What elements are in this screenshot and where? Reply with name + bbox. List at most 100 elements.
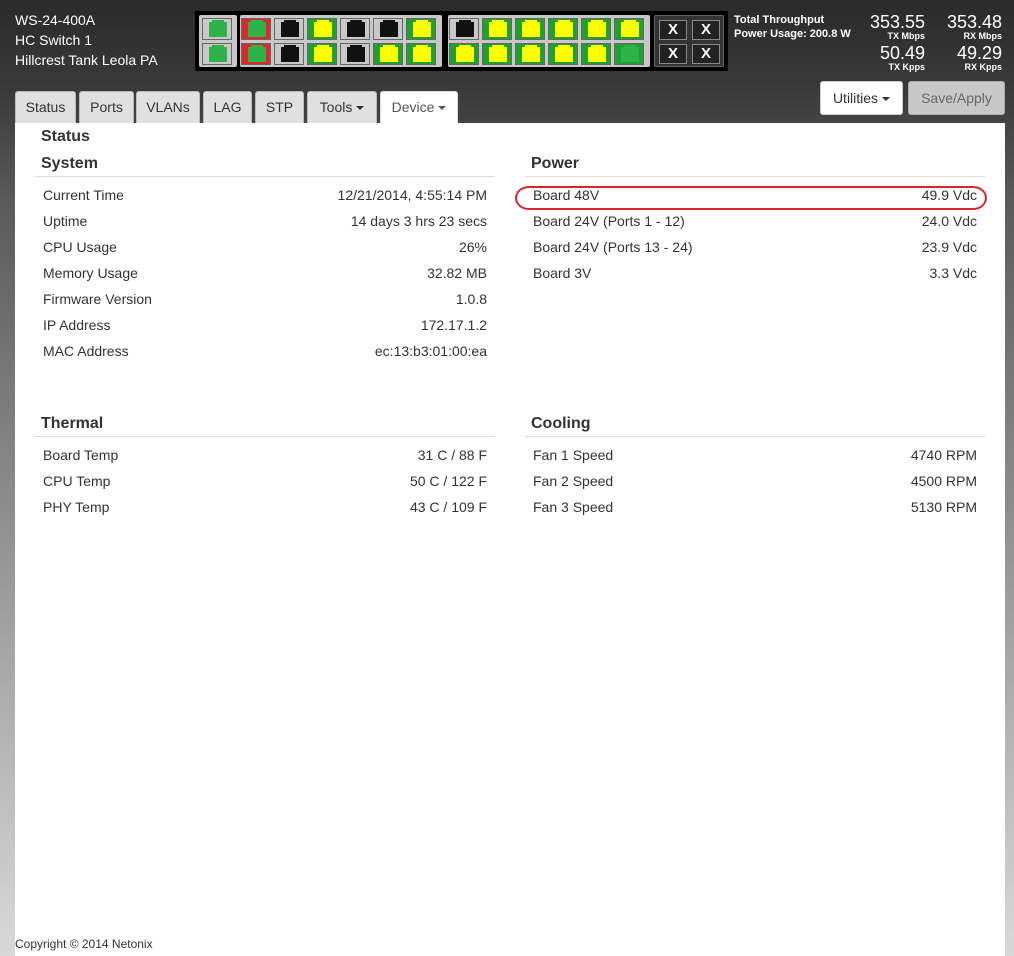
port-1[interactable]: [202, 18, 232, 40]
tab-stp[interactable]: STP: [255, 91, 304, 123]
port-26[interactable]: [614, 43, 644, 65]
port-11[interactable]: [373, 18, 403, 40]
port-6[interactable]: [274, 43, 304, 65]
port-10[interactable]: [340, 43, 370, 65]
cooling-title: Cooling: [525, 410, 985, 437]
tab-device[interactable]: Device: [380, 91, 458, 124]
row-label: Board 24V (Ports 13 - 24): [533, 239, 693, 255]
port-icon: [413, 45, 431, 62]
port-icon: [489, 45, 507, 62]
port-30-disabled[interactable]: X: [692, 44, 720, 64]
system-title: System: [35, 150, 495, 177]
port-20[interactable]: [515, 43, 545, 65]
content-panel: Status System Current Time 12/21/2014, 4:…: [15, 123, 1005, 956]
port-16[interactable]: [449, 43, 479, 65]
tab-tools[interactable]: Tools: [307, 91, 377, 123]
port-2[interactable]: [202, 43, 232, 65]
tab-vlans[interactable]: VLANs: [136, 91, 200, 123]
port-5[interactable]: [274, 18, 304, 40]
system-row: Uptime 14 days 3 hrs 23 secs: [35, 208, 495, 234]
row-label: CPU Usage: [43, 239, 117, 255]
port-12[interactable]: [373, 43, 403, 65]
row-label: Board 24V (Ports 1 - 12): [533, 213, 685, 229]
port-icon: [347, 20, 365, 37]
tx-kpps-value: 50.49: [879, 43, 925, 63]
row-value: 43 C / 109 F: [409, 499, 487, 515]
rx-kpps-value: 49.29: [956, 43, 1002, 63]
rx-mbps-stat: 353.48 RX Mbps: [947, 13, 1002, 41]
tx-mbps-value: 353.55: [869, 12, 925, 32]
row-label: Firmware Version: [43, 291, 152, 307]
power-row: Board 48V 49.9 Vdc: [515, 182, 987, 210]
tab-ports[interactable]: Ports: [79, 91, 134, 123]
port-21[interactable]: [548, 18, 578, 40]
port-15[interactable]: [449, 18, 479, 40]
rx-mbps-value: 353.48: [946, 12, 1002, 32]
cooling-section: Cooling Fan 1 Speed 4740 RPM Fan 2 Speed 4…: [525, 410, 985, 520]
port-icon: [621, 20, 639, 37]
row-value: 50 C / 122 F: [409, 473, 487, 489]
port-icon: [522, 20, 540, 37]
port-23[interactable]: [581, 18, 611, 40]
port-25[interactable]: [614, 18, 644, 40]
port-17[interactable]: [482, 18, 512, 40]
port-group-1: [240, 15, 442, 67]
thermal-row: PHY Temp 43 C / 109 F: [35, 494, 495, 520]
row-value: 1.0.8: [455, 291, 487, 307]
row-value: 49.9 Vdc: [921, 187, 977, 203]
row-label: MAC Address: [43, 343, 129, 359]
port-3[interactable]: [241, 18, 271, 40]
row-label: Fan 1 Speed: [533, 447, 614, 463]
row-label: Board Temp: [43, 447, 119, 463]
port-13[interactable]: [406, 18, 436, 40]
port-icon: [248, 45, 266, 62]
port-9[interactable]: [340, 18, 370, 40]
port-icon: [209, 45, 227, 62]
row-value: 5130 RPM: [910, 499, 977, 515]
rx-mbps-unit: RX Mbps: [963, 31, 1002, 41]
cooling-row: Fan 1 Speed 4740 RPM: [525, 442, 985, 468]
port-28-disabled[interactable]: X: [692, 20, 720, 40]
power-usage: Power Usage: 200.8 W: [734, 28, 851, 40]
port-icon: [281, 45, 299, 62]
port-29-disabled[interactable]: X: [659, 44, 687, 64]
close-icon: X: [667, 21, 678, 38]
tab-status[interactable]: Status: [15, 91, 76, 123]
system-row: Memory Usage 32.82 MB: [35, 260, 495, 286]
row-value: ec:13:b3:01:00:ea: [374, 343, 487, 359]
utilities-button[interactable]: Utilities: [820, 81, 903, 115]
row-value: 31 C / 88 F: [417, 447, 487, 463]
row-value: 23.9 Vdc: [921, 239, 977, 255]
row-label: Memory Usage: [43, 265, 138, 281]
caret-down-icon: [356, 106, 365, 111]
row-value: 26%: [458, 239, 487, 255]
port-7[interactable]: [307, 18, 337, 40]
tab-lag[interactable]: LAG: [203, 91, 252, 123]
row-value: 4740 RPM: [910, 447, 977, 463]
port-18[interactable]: [482, 43, 512, 65]
port-24[interactable]: [581, 43, 611, 65]
close-icon: X: [700, 45, 711, 62]
port-icon: [555, 45, 573, 62]
port-icon: [380, 20, 398, 37]
system-row: Current Time 12/21/2014, 4:55:14 PM: [35, 182, 495, 208]
device-location: Hillcrest Tank Leola PA: [15, 52, 158, 68]
save-apply-button[interactable]: Save/Apply: [908, 81, 1005, 115]
row-value: 3.3 Vdc: [929, 265, 977, 281]
row-label: Board 3V: [533, 265, 592, 281]
port-icon: [314, 45, 332, 62]
power-section: Power Board 48V 49.9 Vdc Board 24V (Ports…: [515, 150, 987, 286]
rx-kpps-stat: 49.29 RX Kpps: [957, 44, 1002, 72]
port-19[interactable]: [515, 18, 545, 40]
port-icon: [489, 20, 507, 37]
port-8[interactable]: [307, 43, 337, 65]
port-22[interactable]: [548, 43, 578, 65]
port-14[interactable]: [406, 43, 436, 65]
copyright-footer: Copyright © 2014 Netonix: [15, 937, 153, 951]
close-icon: X: [700, 21, 711, 38]
row-label: IP Address: [43, 317, 111, 333]
row-label: CPU Temp: [43, 473, 111, 489]
port-panel: X X X X: [195, 11, 728, 71]
port-27-disabled[interactable]: X: [659, 20, 687, 40]
port-4[interactable]: [241, 43, 271, 65]
